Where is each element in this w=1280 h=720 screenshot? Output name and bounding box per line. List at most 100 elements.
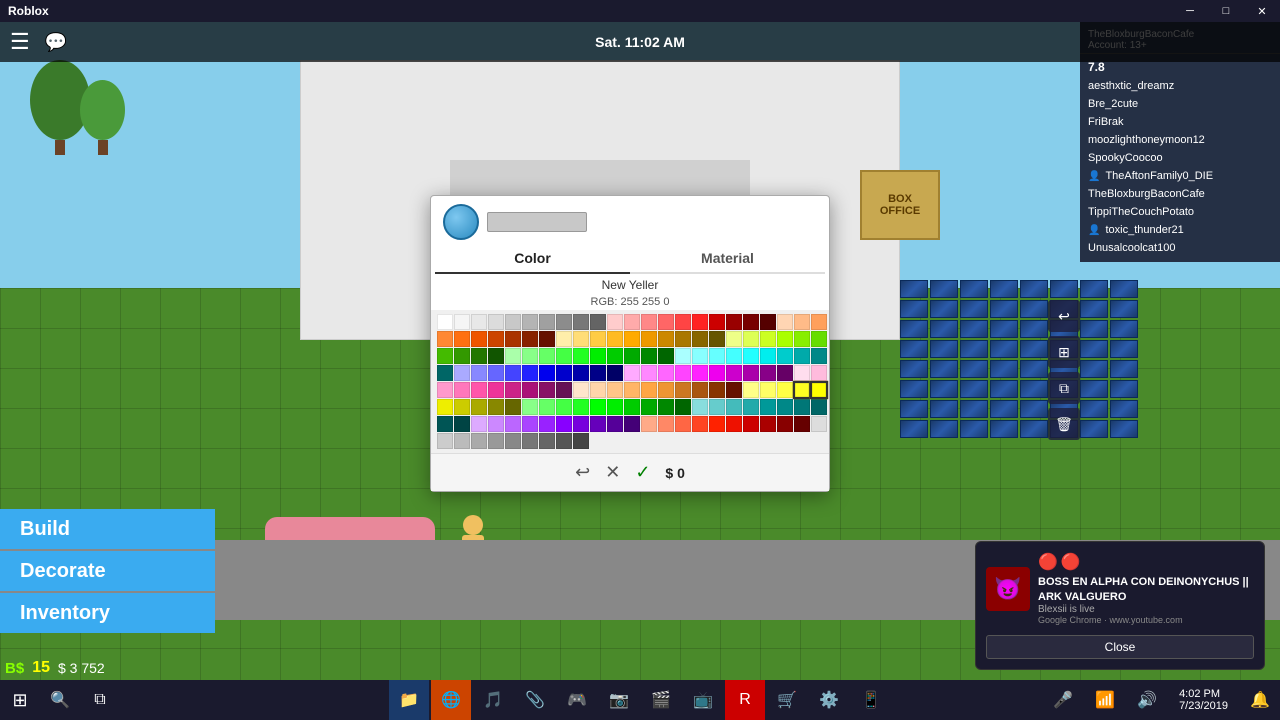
minimize-button[interactable]: ─ <box>1172 0 1208 22</box>
color-swatch[interactable] <box>556 314 572 330</box>
taskbar-notification[interactable]: 🔔 <box>1240 680 1280 720</box>
color-swatch[interactable] <box>607 348 623 364</box>
color-swatch[interactable] <box>658 365 674 381</box>
color-swatch[interactable] <box>760 399 776 415</box>
color-swatch[interactable] <box>556 382 572 398</box>
color-swatch[interactable] <box>709 382 725 398</box>
color-swatch[interactable] <box>539 365 555 381</box>
taskbar-app-3[interactable]: 🎵 <box>473 680 513 720</box>
color-swatch[interactable] <box>539 382 555 398</box>
color-swatch[interactable] <box>454 399 470 415</box>
color-swatch[interactable] <box>590 331 606 347</box>
taskbar-app-8[interactable]: 📺 <box>683 680 723 720</box>
color-swatch[interactable] <box>641 382 657 398</box>
color-swatch[interactable] <box>437 433 453 449</box>
color-swatch[interactable] <box>488 433 504 449</box>
color-swatch[interactable] <box>641 331 657 347</box>
color-swatch[interactable] <box>607 416 623 432</box>
color-swatch[interactable] <box>811 314 827 330</box>
color-swatch[interactable] <box>777 331 793 347</box>
color-swatch[interactable] <box>709 416 725 432</box>
color-swatch[interactable] <box>675 314 691 330</box>
taskbar-mic[interactable]: 🎤 <box>1043 680 1083 720</box>
color-swatch[interactable] <box>794 399 810 415</box>
color-swatch[interactable] <box>471 399 487 415</box>
color-swatch[interactable] <box>743 314 759 330</box>
color-swatch[interactable] <box>811 331 827 347</box>
color-swatch[interactable] <box>522 433 538 449</box>
color-swatch[interactable] <box>726 399 742 415</box>
color-swatch[interactable] <box>539 331 555 347</box>
color-swatch[interactable] <box>692 348 708 364</box>
color-swatch[interactable] <box>726 314 742 330</box>
color-swatch[interactable] <box>726 416 742 432</box>
color-swatch[interactable] <box>811 365 827 381</box>
taskbar-app-5[interactable]: 🎮 <box>557 680 597 720</box>
color-swatch[interactable] <box>709 348 725 364</box>
color-swatch[interactable] <box>624 416 640 432</box>
color-swatch[interactable] <box>590 314 606 330</box>
color-swatch[interactable] <box>794 348 810 364</box>
color-swatch[interactable] <box>454 382 470 398</box>
color-swatch[interactable] <box>726 382 742 398</box>
delete-tool[interactable]: 🗑 <box>1048 408 1080 440</box>
color-swatch[interactable] <box>471 331 487 347</box>
color-swatch[interactable] <box>607 331 623 347</box>
color-swatch[interactable] <box>743 331 759 347</box>
tab-material[interactable]: Material <box>630 244 825 272</box>
color-swatch[interactable] <box>471 382 487 398</box>
color-swatch[interactable] <box>692 416 708 432</box>
color-swatch[interactable] <box>590 365 606 381</box>
color-swatch[interactable] <box>573 314 589 330</box>
color-swatch[interactable] <box>556 399 572 415</box>
color-swatch[interactable] <box>488 416 504 432</box>
color-swatch[interactable] <box>760 365 776 381</box>
color-swatch[interactable] <box>454 365 470 381</box>
color-swatch[interactable] <box>437 365 453 381</box>
color-swatch[interactable] <box>522 331 538 347</box>
color-swatch[interactable] <box>522 365 538 381</box>
color-swatch[interactable] <box>505 331 521 347</box>
color-swatch[interactable] <box>794 314 810 330</box>
notification-close-button[interactable]: Close <box>986 635 1254 659</box>
taskbar-app-6[interactable]: 📷 <box>599 680 639 720</box>
color-swatch[interactable] <box>488 399 504 415</box>
color-swatch[interactable] <box>437 314 453 330</box>
color-swatch[interactable] <box>743 382 759 398</box>
color-swatch[interactable] <box>505 399 521 415</box>
color-swatch[interactable] <box>658 416 674 432</box>
color-swatch[interactable] <box>505 416 521 432</box>
color-swatch[interactable] <box>607 314 623 330</box>
undo-tool[interactable]: ↩ <box>1048 300 1080 332</box>
start-button[interactable]: ⊞ <box>0 680 40 720</box>
taskbar-app-roblox[interactable]: R <box>725 680 765 720</box>
color-swatch[interactable] <box>811 348 827 364</box>
color-swatch[interactable] <box>692 331 708 347</box>
color-swatch[interactable] <box>573 382 589 398</box>
color-swatch[interactable] <box>760 331 776 347</box>
color-swatch[interactable] <box>437 382 453 398</box>
color-swatch[interactable] <box>793 381 811 399</box>
inventory-button[interactable]: Inventory <box>0 593 215 633</box>
color-swatch[interactable] <box>556 331 572 347</box>
color-swatch[interactable] <box>641 314 657 330</box>
color-swatch[interactable] <box>794 416 810 432</box>
color-swatch[interactable] <box>539 416 555 432</box>
color-swatch[interactable] <box>505 348 521 364</box>
player-entry[interactable]: Bre_2cute <box>1080 95 1280 113</box>
color-swatch[interactable] <box>522 348 538 364</box>
player-entry[interactable]: Unusalcoolcat100 <box>1080 239 1280 257</box>
color-swatch[interactable] <box>777 348 793 364</box>
color-swatch[interactable] <box>539 348 555 364</box>
color-swatch[interactable] <box>777 399 793 415</box>
color-swatch[interactable] <box>726 365 742 381</box>
color-swatch[interactable] <box>471 433 487 449</box>
color-swatch[interactable] <box>522 416 538 432</box>
color-swatch[interactable] <box>471 365 487 381</box>
chat-button[interactable]: 💬 <box>45 32 67 53</box>
decorate-button[interactable]: Decorate <box>0 551 215 591</box>
color-swatch[interactable] <box>675 382 691 398</box>
cancel-button[interactable]: ✕ <box>605 462 620 483</box>
color-swatch[interactable] <box>573 399 589 415</box>
color-swatch[interactable] <box>624 365 640 381</box>
